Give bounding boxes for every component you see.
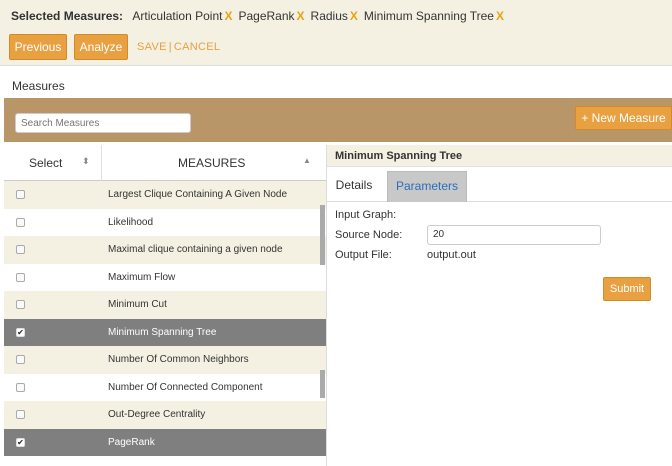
measures-section-title: Measures xyxy=(12,79,65,93)
measures-column-header[interactable]: MEASURES ▲ xyxy=(102,145,326,181)
link-separator: | xyxy=(168,41,172,53)
measure-name: Out-Degree Centrality xyxy=(108,409,206,420)
scrollbar-track-segment[interactable] xyxy=(320,205,325,265)
table-row-selected[interactable]: ✔ PageRank xyxy=(4,428,326,456)
table-row[interactable]: Number Of Connected Component xyxy=(4,373,326,401)
submit-button[interactable]: Submit xyxy=(603,277,651,301)
selected-measure-articulation-point: Articulation Point xyxy=(132,9,223,23)
input-graph-label: Input Graph: xyxy=(335,209,397,221)
selected-measures-bar: Selected Measures: Articulation Point X Pa… xyxy=(0,0,672,66)
measure-name: PageRank xyxy=(108,436,155,448)
measure-name: Likelihood xyxy=(108,216,154,228)
select-column-header[interactable]: Select ⬍ xyxy=(4,145,102,181)
row-checkbox[interactable] xyxy=(16,190,25,199)
row-checkbox-checked[interactable]: ✔ xyxy=(16,327,25,337)
remove-icon[interactable]: X xyxy=(350,9,358,23)
table-row[interactable]: Minimum Cut xyxy=(4,291,326,319)
table-scrollbar[interactable] xyxy=(320,205,325,451)
source-node-label: Source Node: xyxy=(335,229,403,241)
selected-measures-label: Selected Measures: xyxy=(11,9,124,23)
detail-tabs: Details Parameters xyxy=(327,167,672,202)
row-checkbox[interactable] xyxy=(16,272,25,282)
sort-icon[interactable]: ⬍ xyxy=(82,156,90,167)
cancel-link[interactable]: CANCEL xyxy=(174,41,220,53)
table-row-selected[interactable]: ✔ Minimum Spanning Tree xyxy=(4,318,326,346)
remove-icon[interactable]: X xyxy=(224,9,232,23)
detail-title: Minimum Spanning Tree xyxy=(327,145,672,167)
table-row[interactable]: Number Of Common Neighbors xyxy=(4,346,326,374)
table-row[interactable]: Maximal clique containing a given node xyxy=(4,236,326,264)
measure-name: Maximum Flow xyxy=(108,271,176,283)
measure-name: Largest Clique Containing A Given Node xyxy=(108,189,288,200)
analyze-button[interactable]: Analyze xyxy=(74,34,128,60)
output-file-value: output.out xyxy=(427,249,476,261)
tab-details[interactable]: Details xyxy=(327,171,381,202)
row-checkbox[interactable] xyxy=(16,217,25,227)
table-row[interactable]: Out-Degree Centrality xyxy=(4,401,326,429)
search-toolbar: + New Measure xyxy=(4,98,672,142)
table-row[interactable]: Largest Clique Containing A Given Node xyxy=(4,181,326,209)
sort-asc-icon[interactable]: ▲ xyxy=(303,156,311,165)
table-header: Select ⬍ MEASURES ▲ xyxy=(4,145,326,181)
selected-measure-radius: Radius xyxy=(310,9,348,23)
measure-detail-panel: Minimum Spanning Tree Details Parameters… xyxy=(326,145,672,466)
previous-button[interactable]: Previous xyxy=(9,34,67,60)
row-checkbox[interactable] xyxy=(16,410,25,419)
measure-name: Minimum Spanning Tree xyxy=(108,326,217,338)
tab-parameters[interactable]: Parameters xyxy=(387,171,467,202)
output-file-label: Output File: xyxy=(335,249,392,261)
row-checkbox[interactable] xyxy=(16,300,25,309)
remove-icon[interactable]: X xyxy=(297,9,305,23)
selected-measures-line: Selected Measures: Articulation Point X Pa… xyxy=(11,9,508,23)
table-row[interactable]: Likelihood xyxy=(4,208,326,236)
scrollbar-track-segment[interactable] xyxy=(320,370,325,398)
table-row[interactable]: Maximum Flow xyxy=(4,263,326,291)
measures-column-label: MEASURES xyxy=(178,156,246,170)
selected-measure-pagerank: PageRank xyxy=(238,9,295,23)
select-column-label: Select xyxy=(29,156,63,170)
selected-measure-minimum-spanning-tree: Minimum Spanning Tree xyxy=(363,9,494,23)
new-measure-button[interactable]: + New Measure xyxy=(575,106,672,130)
source-node-input[interactable]: 20 xyxy=(427,225,601,245)
row-checkbox-checked[interactable]: ✔ xyxy=(16,437,25,447)
row-checkbox[interactable] xyxy=(16,245,25,254)
row-checkbox[interactable] xyxy=(16,382,25,392)
save-cancel-links: SAVE | CANCEL xyxy=(137,41,220,53)
search-measures-input[interactable] xyxy=(15,113,191,133)
remove-icon[interactable]: X xyxy=(496,9,504,23)
measures-table: Select ⬍ MEASURES ▲ Largest Clique Conta… xyxy=(4,145,326,456)
measure-name: Maximal clique containing a given node xyxy=(108,244,283,255)
measure-name: Number Of Common Neighbors xyxy=(108,354,249,365)
row-checkbox[interactable] xyxy=(16,355,25,364)
save-link[interactable]: SAVE xyxy=(137,41,167,53)
measure-name: Minimum Cut xyxy=(108,299,167,310)
measure-name: Number Of Connected Component xyxy=(108,381,263,393)
